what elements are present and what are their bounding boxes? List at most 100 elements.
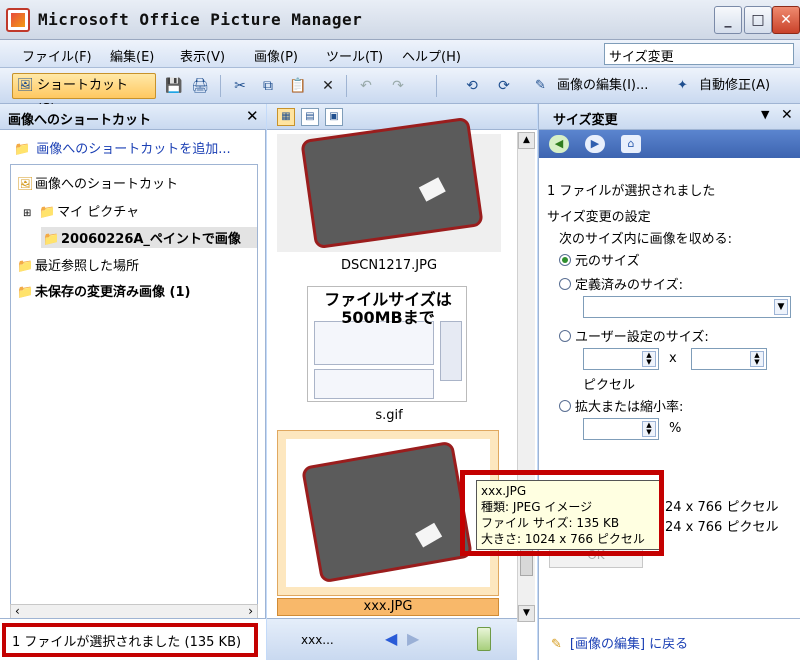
dialog-preview [440,321,462,381]
shortcuts-pane-header: 画像へのショートカット ✕ [0,104,266,130]
spinner-icon[interactable]: ▲ ▼ [750,351,764,367]
back-icon[interactable]: ◀ [549,135,569,153]
edit-picture-button[interactable]: ✎ 画像の編集(I)... [530,73,664,99]
selected-info: 1 ファイルが選択されました [547,184,716,199]
radio-label: 元のサイズ [575,254,640,269]
add-shortcut-link[interactable]: 📁 画像へのショートカットを追加... [14,138,231,157]
shortcut-tree: 🖼画像へのショートカット ⊞ 📁 マイ ピクチャ 📁 20060226A_ペイントで… [10,164,258,612]
edit-picture-label: 画像の編集(I)... [557,78,649,93]
dialog-preview [314,321,434,365]
auto-correct-label: 自動修正(A) [699,78,771,93]
predefined-size-select[interactable]: ▼ [583,296,791,318]
home-icon[interactable]: ⌂ [621,135,641,153]
radio-icon [559,254,571,266]
tree-item-label: 20060226A_ペイントで画像 [61,232,241,247]
maximize-button[interactable]: □ [744,6,772,34]
pixels-label: ピクセル [583,378,636,393]
tag [418,177,446,202]
fit-label: 次のサイズ内に画像を収める: [559,232,732,247]
scroll-up-icon[interactable]: ▲ [518,132,535,149]
thumbnail-label: s.gif [375,408,403,423]
cut-icon[interactable]: ✂ [230,77,250,95]
tree-item-recent[interactable]: 📁 最近参照した場所 [17,255,139,274]
folder-icon: 📁 [17,285,34,300]
thumbnail-dscn1217[interactable] [277,116,501,252]
next-icon[interactable]: ▶ [407,629,419,648]
redo-icon[interactable]: ↷ [388,77,408,95]
minimize-button[interactable]: _ [714,6,742,34]
cloth-image [300,440,474,584]
close-button[interactable]: ✕ [772,6,800,34]
edit-picture-icon: ✎ [551,637,562,652]
highlight-box [2,623,258,657]
zoom-slider-icon[interactable] [477,627,491,651]
menu-file[interactable]: ファイル(F) [22,46,92,65]
copy-icon[interactable]: ⧉ [258,77,278,95]
tag [415,522,443,548]
width-input[interactable]: ▲ ▼ [583,348,659,370]
app-icon [6,8,30,32]
radio-icon [559,330,571,342]
menu-edit[interactable]: 編集(E) [110,46,154,65]
help-search-input[interactable]: サイズ変更 [604,43,794,65]
radio-percent[interactable]: 拡大または縮小率: [559,396,683,415]
save-icon[interactable]: 💾 [164,77,184,95]
task-pane-title: サイズ変更 [553,113,618,128]
folder-add-icon: 📁 [14,142,31,157]
radio-label: ユーザー設定のサイズ: [575,330,709,345]
dropdown-icon[interactable]: ▼ [761,108,769,121]
edit-picture-icon: ✎ [535,78,546,93]
previous-icon[interactable]: ◀ [385,629,397,648]
rotate-right-icon[interactable]: ⟳ [494,77,514,95]
expand-icon[interactable]: ⊞ [23,208,35,219]
height-input[interactable]: ▲ ▼ [691,348,767,370]
radio-custom-size[interactable]: ユーザー設定のサイズ: [559,326,709,345]
percent-input[interactable]: ▲ ▼ [583,418,659,440]
picture-manager-window: Microsoft Office Picture Manager _ □ ✕ フ… [0,0,800,660]
undo-icon[interactable]: ↶ [356,77,376,95]
single-view-icon[interactable]: ▣ [325,108,343,126]
caption-line: ファイルサイズは [324,290,452,309]
size-result-row: 24 x 766 ピクセル [665,500,779,515]
rotate-left-icon[interactable]: ⟲ [462,77,482,95]
thumbnail-s-gif[interactable]: ファイルサイズは 500MBまで [307,286,467,402]
back-to-edit-label: [画像の編集] に戻る [569,637,689,652]
resize-task-pane: サイズ変更 ▼ ✕ ◀ ▶ ⌂ 1 ファイルが選択されました サイズ変更の設定 … [538,104,800,660]
tree-item-root[interactable]: 🖼画像へのショートカット [17,173,178,192]
radio-predefined-size[interactable]: 定義済みのサイズ: [559,274,683,293]
tree-item-unsaved[interactable]: 📁 未保存の変更済み画像 (1) [17,281,190,300]
delete-icon[interactable]: ✕ [318,77,338,95]
auto-correct-button[interactable]: ✦ 自動修正(A) [672,73,792,99]
close-icon[interactable]: ✕ [246,107,259,125]
radio-original-size[interactable]: 元のサイズ [559,250,640,269]
folder-icon: 📁 [39,205,56,220]
scroll-down-icon[interactable]: ▼ [518,605,535,622]
menu-picture[interactable]: 画像(P) [254,46,298,65]
tree-item-label: 未保存の変更済み画像 (1) [35,285,191,300]
toolbar-separator [220,75,221,97]
nav-file-name: xxx... [301,633,334,647]
menu-view[interactable]: 表示(V) [180,46,225,65]
thumbnail-label: DSCN1217.JPG [340,258,438,273]
menu-tools[interactable]: ツール(T) [326,46,383,65]
spinner-icon[interactable]: ▲ ▼ [642,351,656,367]
size-result-row: 24 x 766 ピクセル [665,520,779,535]
tree-item-my-pictures[interactable]: ⊞ 📁 マイ ピクチャ [23,201,139,220]
back-to-edit-link[interactable]: ✎ [画像の編集] に戻る [551,633,688,652]
menu-help[interactable]: ヘルプ(H) [402,46,461,65]
paste-icon[interactable]: 📋 [288,77,308,95]
thumbnail-caption: ファイルサイズは 500MBまで [308,290,466,327]
forward-icon[interactable]: ▶ [585,135,605,153]
spinner-icon[interactable]: ▲ ▼ [642,421,656,437]
chevron-down-icon[interactable]: ▼ [774,299,788,315]
folder-icon: 📁 [43,232,60,247]
section-title: サイズ変更の設定 [547,210,651,225]
close-icon[interactable]: ✕ [781,107,793,123]
filmstrip-view-icon[interactable]: ▤ [301,108,319,126]
radio-label: 定義済みのサイズ: [575,278,683,293]
tree-item-selected-folder[interactable]: 📁 20060226A_ペイントで画像 [41,227,257,248]
dialog-preview [314,369,434,399]
print-icon[interactable]: 🖨 [190,77,210,95]
shortcut-button[interactable]: 🖼 ショートカット(S)... [12,73,156,117]
thumbnail-view-icon[interactable]: ▦ [277,108,295,126]
